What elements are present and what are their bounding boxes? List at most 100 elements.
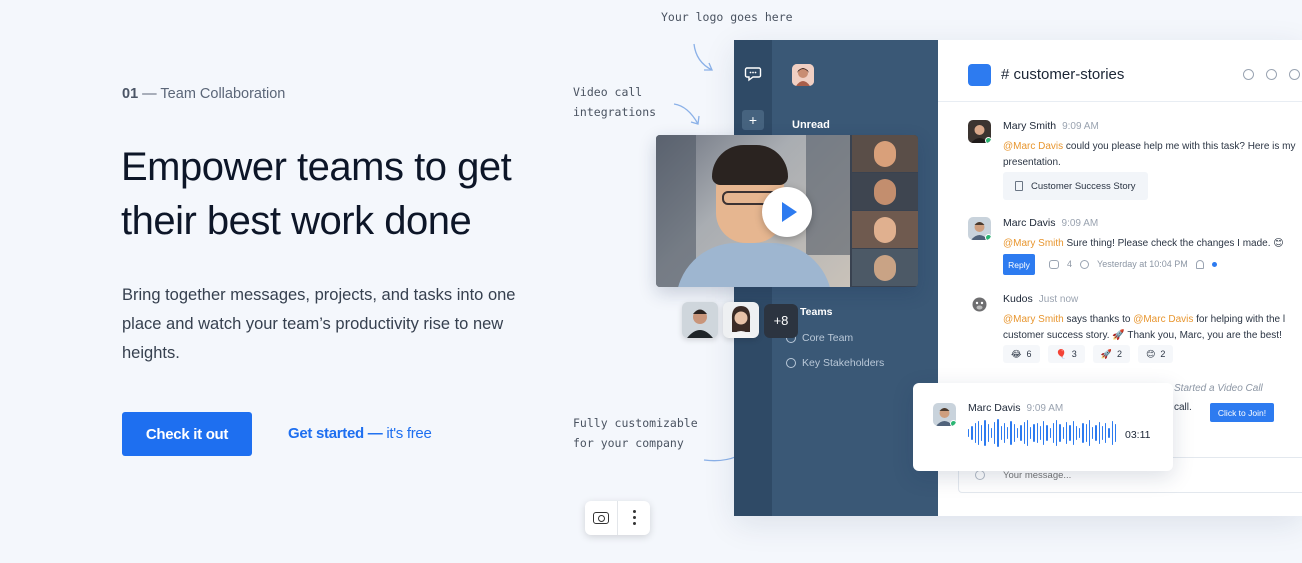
message-header: Marc Davis 9:09 AM [1003, 217, 1098, 229]
waveform-bar [1033, 424, 1035, 442]
avatar[interactable] [933, 403, 956, 426]
annotation-customizable: Fully customizable for your company [573, 416, 698, 450]
video-call-status: Started a Video Call [1174, 383, 1263, 394]
message-header: Marc Davis 9:09 AM [968, 402, 1063, 414]
annotation-logo: Your logo goes here [661, 10, 793, 24]
online-status-icon [985, 234, 991, 240]
user-avatar[interactable] [792, 64, 814, 86]
waveform-bar [1000, 426, 1002, 440]
participant-avatar[interactable] [682, 302, 718, 338]
message-text: @Marc Davis could you please help me wit… [1003, 139, 1302, 170]
get-started-link[interactable]: Get started — it's free [288, 425, 432, 442]
reaction-chip[interactable]: 😊 2 [1138, 345, 1174, 363]
message-time: 9:09 AM [1062, 121, 1099, 132]
avatar[interactable] [968, 120, 991, 143]
video-call-card [656, 135, 918, 287]
participant-thumb [852, 211, 918, 248]
waveform-bar [1023, 422, 1025, 444]
waveform-bar [974, 423, 976, 443]
waveform-bar [968, 429, 970, 437]
info-icon[interactable] [1266, 69, 1277, 80]
message-header: Mary Smith 9:09 AM [1003, 120, 1099, 132]
hero-headline: Empower teams to get their best work don… [121, 145, 512, 243]
bell-icon [1195, 259, 1204, 269]
waveform-bar [1111, 421, 1113, 445]
waveform-bar [1046, 425, 1048, 441]
waveform-bar [994, 422, 996, 444]
waveform-bar [1059, 424, 1061, 442]
mention[interactable]: @Marc Davis [1003, 141, 1063, 152]
audio-duration: 03:11 [1125, 429, 1151, 441]
comment-icon [1049, 259, 1059, 269]
sidebar-item-label: Key Stakeholders [802, 357, 885, 369]
reaction-emoji: 😂 [1011, 348, 1022, 359]
message-header: Kudos Just now [1003, 293, 1078, 305]
screenshot-button[interactable] [585, 501, 617, 535]
annotation-video: Video call integrations [573, 85, 657, 119]
waveform-bar [1108, 428, 1110, 438]
waveform-bar [1016, 428, 1019, 438]
waveform-bar [1020, 425, 1022, 441]
sidebar-item-label: Core Team [802, 332, 854, 344]
thread-meta[interactable]: 4 Yesterday at 10:04 PM [1049, 259, 1217, 269]
reply-count: 4 [1067, 259, 1073, 269]
waveform-bar [1026, 420, 1029, 446]
waveform-bar [1069, 425, 1071, 441]
mention[interactable]: @Marc Davis [1133, 314, 1193, 325]
waveform-bar [990, 428, 993, 438]
check-it-out-button[interactable]: Check it out [122, 412, 252, 456]
waveform-bar [1092, 427, 1094, 439]
reaction-chip[interactable]: 🚀 2 [1092, 345, 1131, 363]
message-time: 9:09 AM [1026, 403, 1064, 414]
reaction-count: 6 [1026, 349, 1032, 359]
waveform-bar [1088, 420, 1091, 446]
participant-avatar[interactable] [723, 302, 759, 338]
globe-icon[interactable] [1243, 69, 1254, 80]
mention[interactable]: @Mary Smith [1003, 314, 1064, 325]
section-label: — Team Collaboration [138, 86, 286, 102]
waveform-bar [987, 424, 989, 442]
reply-button[interactable]: Reply [1003, 254, 1035, 275]
waveform-bar [1114, 424, 1117, 442]
waveform-bar [984, 420, 986, 446]
get-started-label: Get started — [288, 425, 383, 442]
expand-icon[interactable] [1289, 69, 1300, 80]
chat-bubble-icon[interactable] [744, 64, 762, 82]
reaction-chip[interactable]: 😂 6 [1003, 345, 1040, 363]
chat-header: # customer-stories [938, 40, 1302, 102]
hero-description: Bring together messages, projects, and t… [122, 286, 516, 362]
avatar[interactable] [968, 217, 991, 240]
reaction-chip[interactable]: 🎈 3 [1047, 345, 1085, 363]
waveform-bar [1082, 423, 1084, 443]
online-status-icon [985, 137, 991, 143]
waveform-bar [1052, 423, 1055, 443]
participant-thumb [852, 173, 918, 210]
arrow-video-icon [673, 103, 700, 125]
message-text: @Mary Smith says thanks to @Marc Davis f… [1003, 312, 1302, 343]
channel-title: # customer-stories [1001, 66, 1125, 83]
waveform-bar [1098, 422, 1100, 444]
add-workspace-button[interactable]: + [742, 110, 764, 130]
voice-message-card: Marc Davis 9:09 AM 03:11 [913, 383, 1173, 471]
audio-waveform[interactable] [968, 419, 1117, 447]
avatar[interactable] [968, 293, 991, 316]
reaction-count: 2 [1117, 349, 1123, 359]
waveform-bar [1105, 423, 1107, 443]
sidebar-item-key-stakeholders[interactable]: Key Stakeholders [786, 357, 884, 369]
join-call-button[interactable]: Click to Join! [1210, 403, 1274, 422]
more-options-button[interactable] [617, 501, 649, 535]
reaction-count: 2 [1160, 349, 1166, 359]
reply-time: Yesterday at 10:04 PM [1097, 259, 1188, 269]
attachment[interactable]: Customer Success Story [1003, 172, 1148, 200]
floating-toolbar [585, 501, 650, 535]
waveform-bar [1049, 428, 1051, 438]
camera-icon [593, 512, 609, 524]
online-status-icon [950, 420, 956, 426]
more-participants-badge[interactable]: +8 [764, 304, 798, 338]
mention[interactable]: @Mary Smith [1003, 238, 1064, 249]
reaction-count: 3 [1071, 349, 1077, 359]
reaction-emoji: 😊 [1146, 348, 1156, 359]
play-icon[interactable] [762, 187, 812, 237]
main-video [656, 135, 850, 287]
emoji-icon[interactable] [975, 470, 985, 480]
